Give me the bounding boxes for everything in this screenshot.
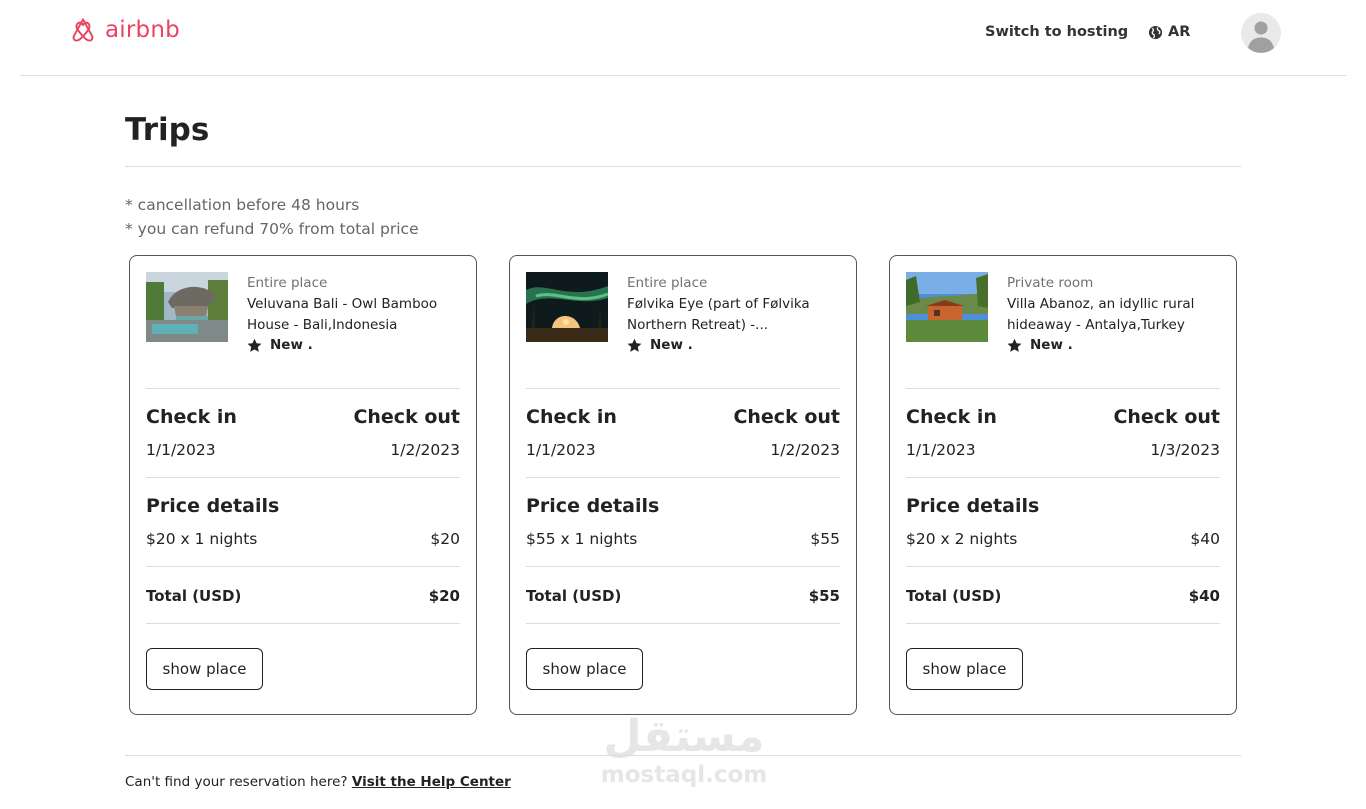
divider: [146, 566, 460, 567]
place-type: Private room: [1007, 275, 1094, 291]
check-out-label: Check out: [353, 406, 460, 428]
title-divider: [125, 166, 1241, 167]
check-in-label: Check in: [146, 406, 237, 428]
globe-icon: [1148, 25, 1163, 39]
show-place-button[interactable]: show place: [526, 648, 643, 690]
place-rating: New .: [1007, 337, 1073, 353]
rating-label: New .: [650, 337, 693, 353]
price-amount: $55: [810, 530, 840, 548]
price-details-label: Price details: [146, 495, 280, 517]
check-in-label: Check in: [906, 406, 997, 428]
place-rating: New .: [627, 337, 693, 353]
divider: [526, 566, 840, 567]
rating-label: New .: [1030, 337, 1073, 353]
mostaql-watermark: مستقل mostaql.com: [598, 712, 770, 789]
check-out-label: Check out: [733, 406, 840, 428]
check-in-date: 1/1/2023: [906, 441, 976, 459]
divider: [906, 388, 1220, 389]
star-icon: [1007, 338, 1022, 352]
check-out-date: 1/3/2023: [1150, 441, 1220, 459]
rating-label: New .: [270, 337, 313, 353]
star-icon: [247, 338, 262, 352]
cancellation-notes: * cancellation before 48 hours * you can…: [125, 193, 419, 241]
divider: [146, 388, 460, 389]
watermark-latin: mostaql.com: [600, 762, 768, 788]
total-label: Total (USD): [146, 587, 242, 605]
switch-to-hosting-link[interactable]: Switch to hosting: [985, 24, 1128, 40]
check-in-label: Check in: [526, 406, 617, 428]
trip-card: Private room Villa Abanoz, an idyllic ru…: [889, 255, 1237, 715]
divider: [526, 388, 840, 389]
show-place-button[interactable]: show place: [146, 648, 263, 690]
place-type: Entire place: [627, 275, 708, 291]
divider: [526, 477, 840, 478]
price-amount: $20: [430, 530, 460, 548]
price-amount: $40: [1190, 530, 1220, 548]
language-label: AR: [1168, 24, 1191, 40]
check-out-label: Check out: [1113, 406, 1220, 428]
place-name: Villa Abanoz, an idyllic rural hideaway …: [1007, 296, 1195, 333]
divider: [146, 477, 460, 478]
logo-text: airbnb: [105, 17, 180, 43]
total-label: Total (USD): [526, 587, 622, 605]
airbnb-logo[interactable]: airbnb: [70, 16, 180, 44]
aurora-dome-image: [526, 272, 608, 342]
divider: [906, 477, 1220, 478]
divider: [906, 566, 1220, 567]
check-out-date: 1/2/2023: [390, 441, 460, 459]
price-line: $55 x 1 nights: [526, 530, 638, 548]
place-rating: New .: [247, 337, 313, 353]
place-thumbnail: [146, 272, 228, 342]
place-name: Følvika Eye (part of Følvika Northern Re…: [627, 296, 810, 333]
trip-card: Entire place Følvika Eye (part of Følvik…: [509, 255, 857, 715]
price-line: $20 x 1 nights: [146, 530, 258, 548]
check-in-date: 1/1/2023: [526, 441, 596, 459]
check-in-date: 1/1/2023: [146, 441, 216, 459]
footer-text: Can't find your reservation here?: [125, 774, 352, 790]
bamboo-house-image: [146, 272, 228, 342]
price-details-label: Price details: [906, 495, 1040, 517]
help-center-link[interactable]: Visit the Help Center: [352, 774, 511, 790]
divider: [146, 623, 460, 624]
divider: [906, 623, 1220, 624]
help-footer: Can't find your reservation here? Visit …: [125, 774, 511, 790]
user-avatar[interactable]: [1241, 13, 1281, 53]
trip-card: Entire place Veluvana Bali - Owl Bamboo …: [129, 255, 477, 715]
language-selector[interactable]: AR: [1148, 24, 1190, 40]
page-title: Trips: [125, 112, 210, 148]
star-icon: [627, 338, 642, 352]
check-out-date: 1/2/2023: [770, 441, 840, 459]
place-thumbnail: [526, 272, 608, 342]
place-type: Entire place: [247, 275, 328, 291]
villa-image: [906, 272, 988, 342]
footer-divider: [125, 755, 1241, 756]
total-amount: $55: [808, 587, 840, 605]
note-line: * cancellation before 48 hours: [125, 196, 360, 214]
total-amount: $20: [428, 587, 460, 605]
top-header: airbnb Switch to hosting AR: [20, 0, 1346, 76]
divider: [526, 623, 840, 624]
user-icon: [1241, 13, 1281, 53]
place-thumbnail: [906, 272, 988, 342]
airbnb-logo-icon: [72, 18, 94, 42]
note-line: * you can refund 70% from total price: [125, 220, 419, 238]
total-amount: $40: [1188, 587, 1220, 605]
price-details-label: Price details: [526, 495, 660, 517]
place-name: Veluvana Bali - Owl Bamboo House - Bali,…: [247, 296, 438, 333]
total-label: Total (USD): [906, 587, 1002, 605]
price-line: $20 x 2 nights: [906, 530, 1018, 548]
show-place-button[interactable]: show place: [906, 648, 1023, 690]
